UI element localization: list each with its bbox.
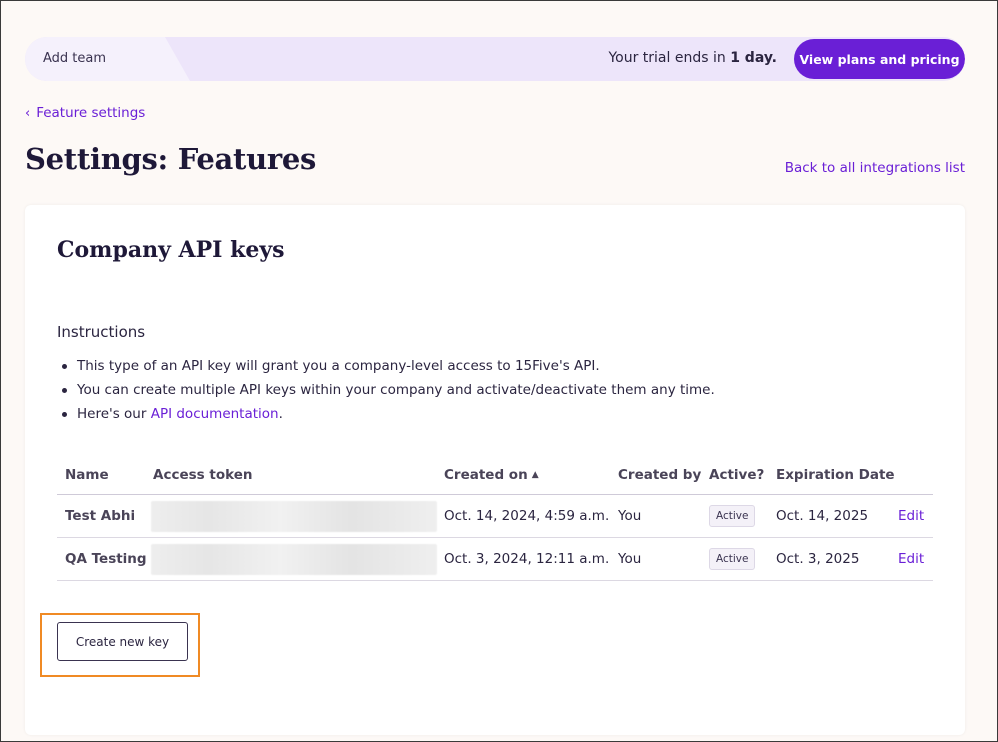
- created-on: Oct. 14, 2024, 4:59 a.m.: [444, 508, 610, 524]
- trial-prefix: Your trial ends in: [608, 50, 731, 66]
- status-badge: Active: [709, 548, 756, 570]
- status-cell: Active: [709, 538, 756, 580]
- table-row: Test Abhi Oct. 14, 2024, 4:59 a.m. You A…: [57, 495, 933, 538]
- instructions-heading: Instructions: [57, 323, 146, 341]
- access-token-redacted: [151, 544, 437, 575]
- page-title: Settings: Features: [25, 142, 317, 176]
- created-on: Oct. 3, 2024, 12:11 a.m.: [444, 551, 610, 567]
- trial-days: 1 day.: [730, 50, 777, 66]
- sort-ascending-icon[interactable]: ▲: [532, 470, 539, 480]
- view-plans-button[interactable]: View plans and pricing: [794, 39, 965, 79]
- instruction-prefix: Here's our: [77, 406, 151, 422]
- header-created-on[interactable]: Created on ▲: [444, 455, 539, 494]
- created-by: You: [618, 508, 642, 524]
- edit-link[interactable]: Edit: [898, 551, 924, 567]
- breadcrumb[interactable]: ‹ Feature settings: [25, 105, 145, 121]
- created-by: You: [618, 551, 642, 567]
- api-keys-card: Company API keys Instructions This type …: [25, 205, 965, 735]
- api-keys-table: Name Access token Created on ▲ Created by…: [57, 455, 933, 581]
- table-header-row: Name Access token Created on ▲ Created by…: [57, 455, 933, 495]
- back-to-integrations-link[interactable]: Back to all integrations list: [785, 160, 965, 176]
- create-new-key-button[interactable]: Create new key: [57, 622, 188, 661]
- edit-cell: Edit: [898, 495, 924, 537]
- header-name: Name: [65, 466, 109, 483]
- key-name: Test Abhi: [65, 508, 136, 524]
- header-expiration-date: Expiration Date: [776, 466, 895, 483]
- add-team-label[interactable]: Add team: [43, 51, 106, 66]
- header-created-by: Created by: [618, 466, 702, 483]
- key-name: QA Testing: [65, 551, 147, 567]
- chevron-left-icon: ‹: [25, 105, 31, 121]
- edit-link[interactable]: Edit: [898, 508, 924, 524]
- card-title: Company API keys: [57, 237, 285, 263]
- api-documentation-link[interactable]: API documentation: [151, 406, 279, 422]
- expiration-date: Oct. 14, 2025: [776, 508, 869, 524]
- trial-banner: Add team Your trial ends in 1 day. View …: [25, 37, 965, 81]
- access-token-redacted: [151, 501, 437, 532]
- status-badge: Active: [709, 505, 756, 527]
- instruction-item: This type of an API key will grant you a…: [57, 356, 715, 380]
- add-team-tab[interactable]: Add team: [25, 37, 190, 81]
- expiration-date: Oct. 3, 2025: [776, 551, 860, 567]
- edit-cell: Edit: [898, 538, 924, 580]
- instruction-item: You can create multiple API keys within …: [57, 380, 715, 404]
- instruction-item: Here's our API documentation.: [57, 404, 715, 428]
- trial-message: Your trial ends in 1 day.: [608, 50, 777, 66]
- instruction-suffix: .: [278, 406, 283, 422]
- status-cell: Active: [709, 495, 756, 537]
- header-active: Active?: [709, 466, 765, 483]
- header-access-token: Access token: [153, 466, 253, 483]
- breadcrumb-feature-settings[interactable]: Feature settings: [36, 105, 145, 121]
- header-created-on-label[interactable]: Created on: [444, 467, 528, 483]
- table-row: QA Testing Oct. 3, 2024, 12:11 a.m. You …: [57, 538, 933, 581]
- instructions-list: This type of an API key will grant you a…: [57, 356, 715, 428]
